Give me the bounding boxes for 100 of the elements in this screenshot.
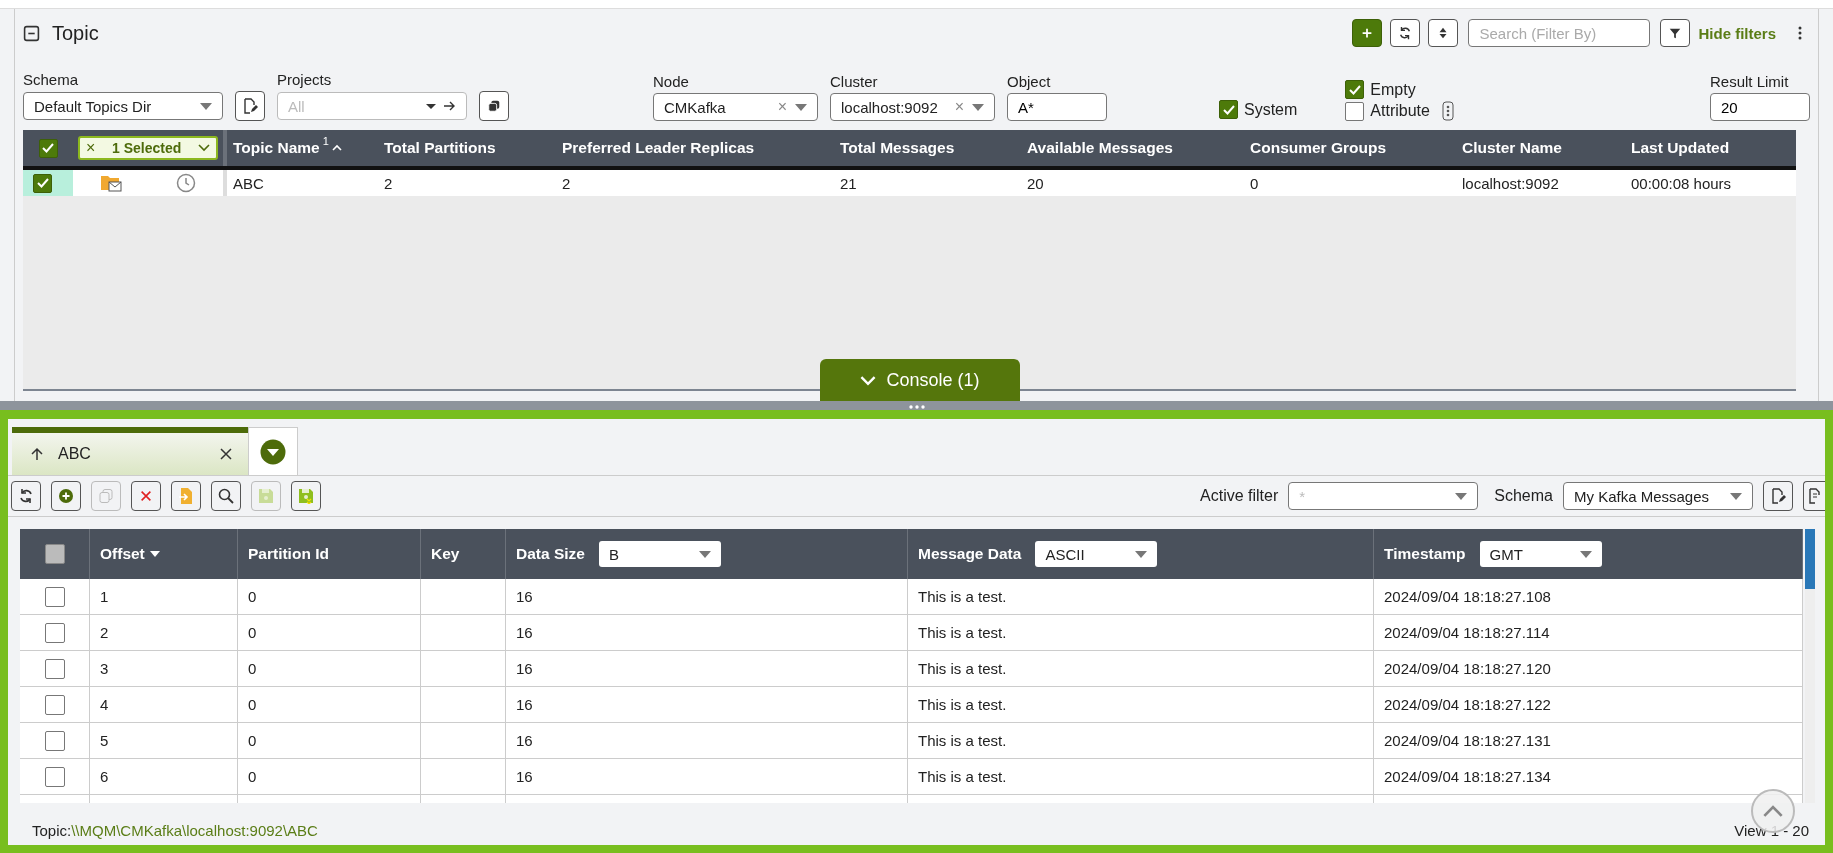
more-icon[interactable] <box>1441 101 1454 121</box>
cluster-dropdown[interactable]: localhost:9092 × <box>830 93 995 121</box>
refresh-button[interactable] <box>1390 19 1421 47</box>
tab-label: ABC <box>58 445 92 463</box>
grip-icon[interactable] <box>908 405 925 409</box>
document-button[interactable] <box>1803 481 1825 511</box>
table-cell: This is a test. <box>918 696 1007 713</box>
refresh-icon <box>1398 26 1413 40</box>
table-cell: 0 <box>248 588 257 605</box>
table-cell: 0 <box>248 624 257 641</box>
table-cell: This is a test. <box>918 624 1007 641</box>
column-header[interactable]: Data Size <box>516 545 585 563</box>
close-icon[interactable] <box>220 448 232 460</box>
select-all-checkbox[interactable] <box>44 544 65 564</box>
format-dropdown[interactable]: B <box>598 541 721 567</box>
sort-button[interactable] <box>1428 19 1459 47</box>
schema-dropdown[interactable]: My Kafka Messages <box>1563 482 1753 510</box>
column-header[interactable]: Cluster Name <box>1462 139 1562 157</box>
add-button[interactable] <box>1352 19 1383 47</box>
edit-document-icon <box>242 98 258 114</box>
format-dropdown[interactable]: GMT <box>1479 541 1602 567</box>
document-icon <box>1807 488 1823 504</box>
column-header[interactable]: Last Updated <box>1631 139 1730 157</box>
table-cell-text: 2 <box>383 173 394 194</box>
delete-button[interactable] <box>131 481 161 511</box>
table-cell: 16 <box>516 624 533 641</box>
sort-down-icon <box>149 551 160 557</box>
column-header[interactable]: Timestamp <box>1384 545 1466 563</box>
funnel-icon <box>1668 26 1683 40</box>
hide-filters-link[interactable]: Hide filters <box>1698 24 1786 42</box>
scrollbar[interactable] <box>1805 529 1815 803</box>
column-header[interactable]: Key <box>431 545 460 563</box>
console-toggle-tab[interactable]: Console (1) <box>820 359 1020 401</box>
chevron-down-icon <box>860 374 877 386</box>
select-all-checkbox[interactable] <box>38 138 58 158</box>
dropdown-circle-icon[interactable] <box>260 438 286 465</box>
format-dropdown[interactable]: ASCII <box>1035 541 1158 567</box>
more-icon[interactable] <box>1798 26 1802 40</box>
table-cell: 2024/09/04 18:18:27.114 <box>1384 624 1550 641</box>
selection-dropdown[interactable]: × 1 Selected <box>78 136 218 160</box>
console-tab[interactable]: ABC <box>12 427 248 475</box>
table-cell: 4 <box>100 696 109 713</box>
refresh-button[interactable] <box>11 481 41 511</box>
table-cell: 16 <box>516 696 533 713</box>
field-label: Result Limit <box>1710 73 1790 90</box>
folder-mail-icon[interactable] <box>99 173 122 193</box>
table-cell: 1 <box>100 588 109 605</box>
column-header[interactable]: Total Messages <box>840 139 955 157</box>
row-checkbox[interactable] <box>44 658 65 679</box>
row-checkbox[interactable] <box>44 694 65 715</box>
column-header[interactable]: Offset <box>100 545 145 563</box>
edit-schema-button[interactable] <box>1763 481 1793 511</box>
copy-button[interactable] <box>479 91 509 121</box>
sort-index: 1 <box>322 135 329 147</box>
chevron-up-icon <box>1762 804 1784 818</box>
column-header[interactable]: Preferred Leader Replicas <box>562 139 755 157</box>
import-button[interactable] <box>171 481 201 511</box>
refresh-icon <box>18 488 34 504</box>
row-checkbox[interactable] <box>44 622 65 643</box>
column-header[interactable]: Partition Id <box>248 545 329 563</box>
table-cell: 3 <box>100 660 109 677</box>
column-header[interactable]: Message Data <box>918 545 1022 563</box>
object-field[interactable]: A* <box>1007 93 1107 121</box>
checkbox[interactable] <box>1219 100 1238 119</box>
clock-icon[interactable] <box>174 173 197 193</box>
checkbox[interactable] <box>1345 80 1365 99</box>
column-header[interactable]: Consumer Groups <box>1250 139 1387 157</box>
table-cell: 16 <box>516 660 533 677</box>
table-cell: 0 <box>248 732 257 749</box>
filter-button[interactable] <box>1660 19 1691 47</box>
table-cell: 2024/09/04 18:18:27.120 <box>1384 660 1551 677</box>
checkbox[interactable] <box>1345 101 1365 121</box>
save-all-button[interactable] <box>291 481 321 511</box>
column-header[interactable]: Topic Name <box>233 139 320 157</box>
field-label: Node <box>653 73 690 90</box>
search-icon <box>218 488 234 504</box>
row-checkbox[interactable] <box>44 586 65 607</box>
table-cell-text: 00:00:08 hours <box>1630 173 1733 194</box>
table-cell-text: 2 <box>561 173 572 194</box>
node-dropdown[interactable]: CMKafka × <box>653 93 818 121</box>
edit-schema-button[interactable] <box>235 91 265 121</box>
table-cell: 2024/09/04 18:18:27.131 <box>1384 732 1551 749</box>
row-checkbox[interactable] <box>44 730 65 751</box>
row-checkbox[interactable] <box>33 173 52 193</box>
schema-dropdown[interactable]: Default Topics Dir <box>23 92 223 120</box>
copy-icon <box>487 99 501 113</box>
checkbox-label: Empty <box>1370 80 1416 99</box>
row-checkbox[interactable] <box>44 766 65 787</box>
checkbox-label: System <box>1244 100 1298 119</box>
column-header[interactable]: Total Partitions <box>384 139 496 157</box>
table-cell: 2024/09/04 18:18:27.108 <box>1384 588 1551 605</box>
search-field[interactable]: Search (Filter By) <box>1468 19 1651 47</box>
collapse-icon[interactable] <box>23 24 40 42</box>
field-label: Active filter <box>1200 487 1279 505</box>
add-button[interactable] <box>51 481 81 511</box>
column-header[interactable]: Available Messages <box>1027 139 1173 157</box>
search-button[interactable] <box>211 481 241 511</box>
table-cell: 2 <box>100 624 109 641</box>
result-limit-field[interactable]: 20 <box>1710 93 1810 121</box>
table-cell: 16 <box>516 732 533 749</box>
